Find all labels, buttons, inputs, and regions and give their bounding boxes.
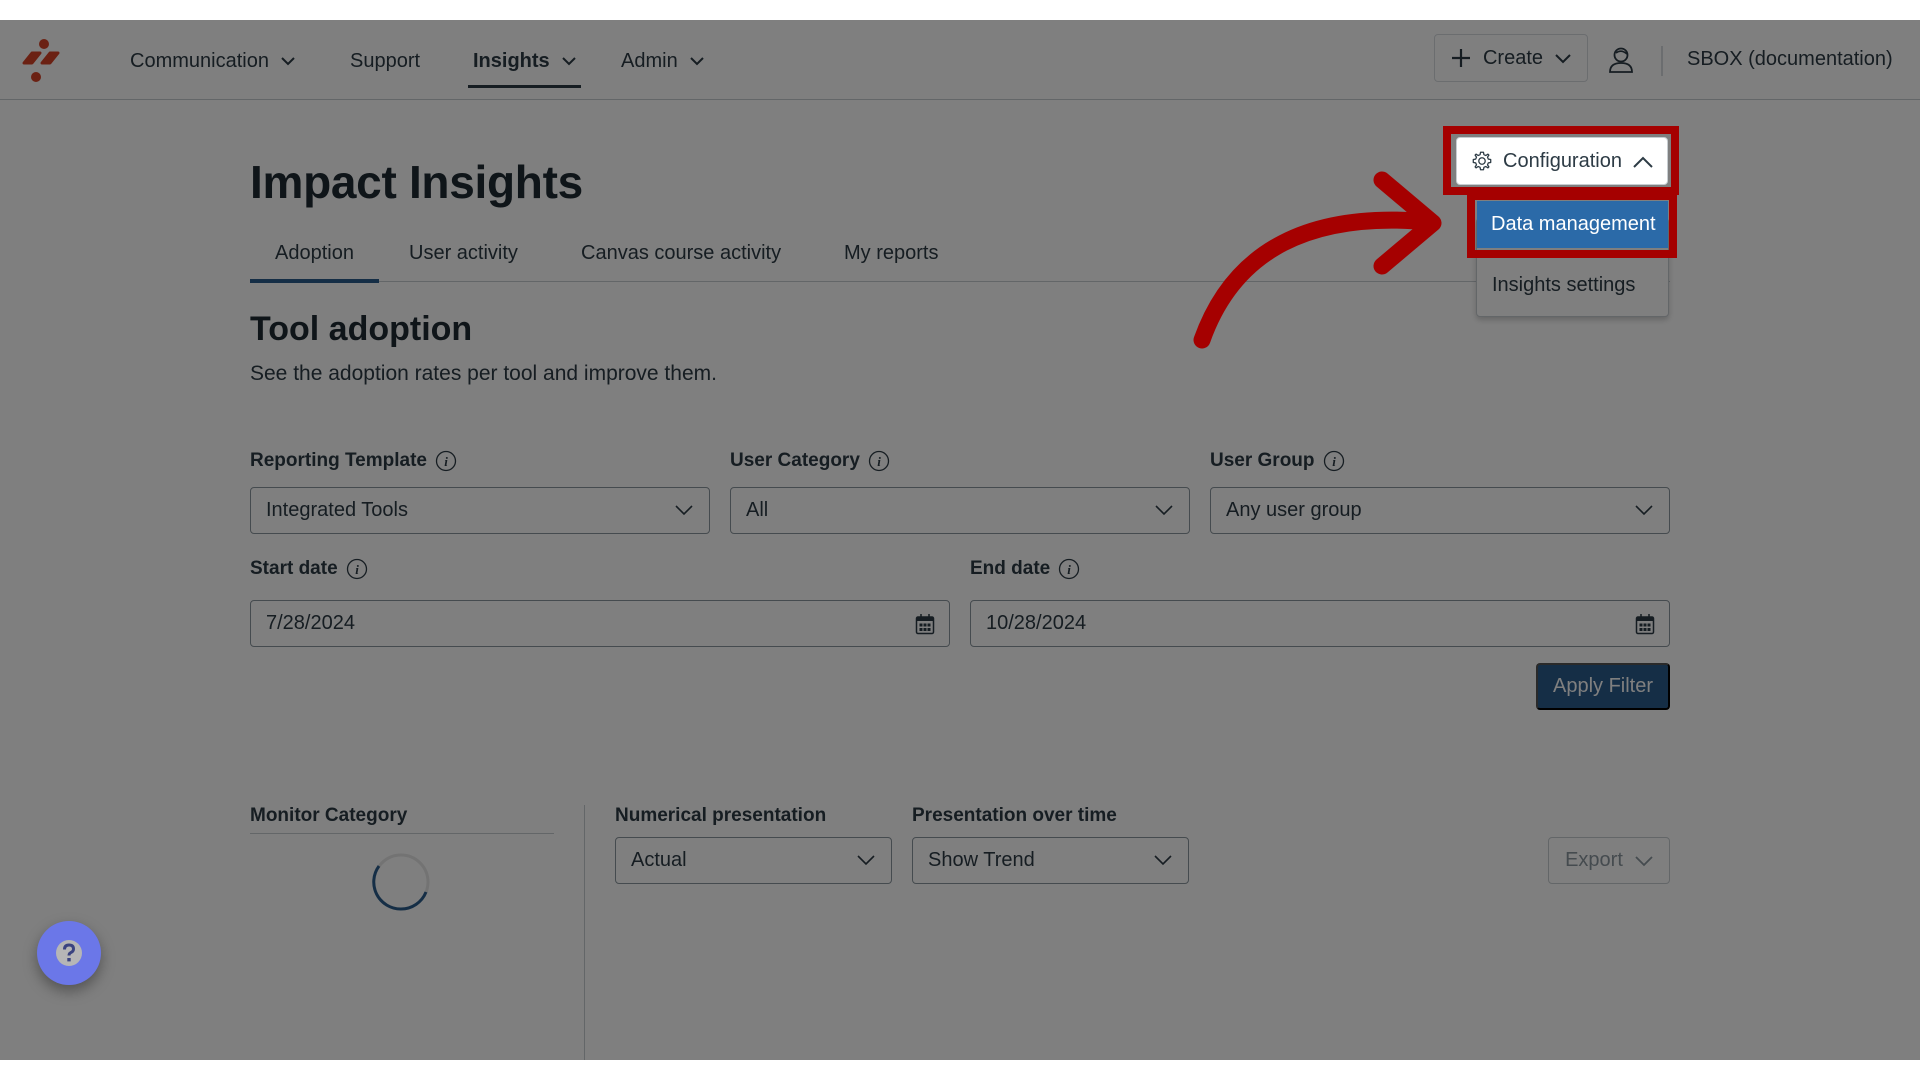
- calendar-icon[interactable]: [1635, 613, 1655, 635]
- export-button[interactable]: Export: [1548, 837, 1670, 884]
- nav-support[interactable]: Support: [350, 46, 420, 76]
- tab-user-activity[interactable]: User activity: [384, 238, 543, 282]
- user-category-label: User Category i: [730, 450, 890, 472]
- chevron-down-icon: [561, 57, 576, 66]
- tab-canvas-course-activity[interactable]: Canvas course activity: [556, 238, 806, 282]
- tab-adoption[interactable]: Adoption: [250, 238, 379, 283]
- plus-icon: [1451, 49, 1470, 67]
- svg-text:i: i: [1067, 562, 1071, 577]
- annotation-arrow-icon: [1193, 171, 1442, 349]
- menu-item-data-management[interactable]: Data management: [1477, 201, 1668, 248]
- info-icon[interactable]: i: [1058, 558, 1080, 580]
- user-category-label-text: User Category: [730, 450, 860, 471]
- apply-filter-button[interactable]: Apply Filter: [1536, 663, 1670, 710]
- reporting-template-label-text: Reporting Template: [250, 450, 427, 471]
- user-group-label-text: User Group: [1210, 450, 1315, 471]
- reporting-template-label: Reporting Template i: [250, 450, 457, 472]
- info-icon[interactable]: i: [435, 450, 457, 472]
- page-title: Impact Insights: [250, 156, 583, 208]
- chevron-down-icon: [1635, 855, 1653, 866]
- chevron-down-icon: [1155, 505, 1173, 516]
- reporting-template-select[interactable]: Integrated Tools: [250, 487, 710, 534]
- info-icon[interactable]: i: [868, 450, 890, 472]
- account-name[interactable]: SBOX (documentation): [1687, 48, 1893, 71]
- top-navigation: Communication Support Insights Admin Cre…: [0, 20, 1920, 100]
- reporting-template-value: Integrated Tools: [266, 499, 408, 521]
- info-icon[interactable]: i: [346, 558, 368, 580]
- chevron-down-icon: [281, 57, 295, 66]
- vertical-divider: [584, 805, 585, 1060]
- create-button[interactable]: Create: [1434, 34, 1588, 82]
- monitor-category-label: Monitor Category: [250, 805, 408, 826]
- divider: [250, 833, 554, 834]
- svg-text:i: i: [444, 454, 448, 469]
- svg-text:i: i: [877, 454, 881, 469]
- user-category-select[interactable]: All: [730, 487, 1190, 534]
- chevron-down-icon: [1555, 54, 1571, 64]
- gear-icon: [1472, 151, 1492, 171]
- create-label: Create: [1482, 46, 1544, 69]
- chevron-up-icon: [1633, 156, 1653, 168]
- configuration-label: Configuration: [1503, 149, 1622, 172]
- user-group-select[interactable]: Any user group: [1210, 487, 1670, 534]
- top-margin: [0, 0, 1920, 20]
- user-group-value: Any user group: [1226, 499, 1362, 521]
- tab-bar: Adoption User activity Canvas course act…: [250, 238, 1670, 283]
- question-icon: [56, 940, 82, 966]
- nav-divider: [1661, 46, 1663, 76]
- numerical-presentation-label-text: Numerical presentation: [615, 805, 827, 826]
- export-label: Export: [1565, 849, 1623, 871]
- chevron-down-icon: [675, 505, 693, 516]
- numerical-presentation-value: Actual: [631, 849, 687, 871]
- user-icon[interactable]: [1608, 46, 1634, 74]
- user-category-value: All: [746, 499, 769, 521]
- end-date-label: End date i: [970, 558, 1080, 580]
- presentation-over-time-label: Presentation over time: [912, 805, 1117, 827]
- section-title: Tool adoption: [250, 310, 473, 348]
- nav-admin[interactable]: Admin: [621, 46, 704, 76]
- nav-communication-label: Communication: [130, 49, 269, 72]
- chevron-down-icon: [1154, 855, 1172, 866]
- end-date-value: 10/28/2024: [986, 612, 1087, 634]
- help-button[interactable]: [37, 921, 101, 985]
- section-description: See the adoption rates per tool and impr…: [250, 362, 717, 385]
- calendar-icon[interactable]: [915, 613, 935, 635]
- nav-communication[interactable]: Communication: [130, 46, 295, 76]
- presentation-over-time-select[interactable]: Show Trend: [912, 837, 1189, 884]
- chevron-down-icon: [689, 57, 704, 66]
- nav-support-label: Support: [350, 49, 421, 72]
- user-group-label: User Group i: [1210, 450, 1345, 472]
- numerical-presentation-select[interactable]: Actual: [615, 837, 892, 884]
- chevron-down-icon: [1635, 505, 1653, 516]
- nav-insights[interactable]: Insights: [468, 46, 581, 88]
- nav-admin-label: Admin: [621, 49, 678, 72]
- nav-insights-label: Insights: [473, 49, 550, 72]
- numerical-presentation-label: Numerical presentation: [615, 805, 826, 827]
- chevron-down-icon: [857, 855, 875, 866]
- start-date-input[interactable]: 7/28/2024: [250, 600, 950, 647]
- bottom-margin: [0, 1060, 1920, 1080]
- end-date-label-text: End date: [970, 558, 1051, 579]
- info-icon[interactable]: i: [1323, 450, 1345, 472]
- start-date-value: 7/28/2024: [266, 612, 355, 634]
- start-date-label: Start date i: [250, 558, 368, 580]
- end-date-input[interactable]: 10/28/2024: [970, 600, 1670, 647]
- loading-spinner: [372, 853, 430, 911]
- brand-logo[interactable]: [18, 36, 64, 84]
- svg-text:i: i: [1332, 454, 1336, 469]
- configuration-button[interactable]: Configuration: [1456, 137, 1668, 185]
- presentation-over-time-label-text: Presentation over time: [912, 805, 1117, 826]
- tab-my-reports[interactable]: My reports: [819, 238, 963, 282]
- presentation-over-time-value: Show Trend: [928, 849, 1035, 871]
- start-date-label-text: Start date: [250, 558, 338, 579]
- menu-item-insights-settings[interactable]: Insights settings: [1492, 274, 1635, 297]
- svg-text:i: i: [355, 562, 359, 577]
